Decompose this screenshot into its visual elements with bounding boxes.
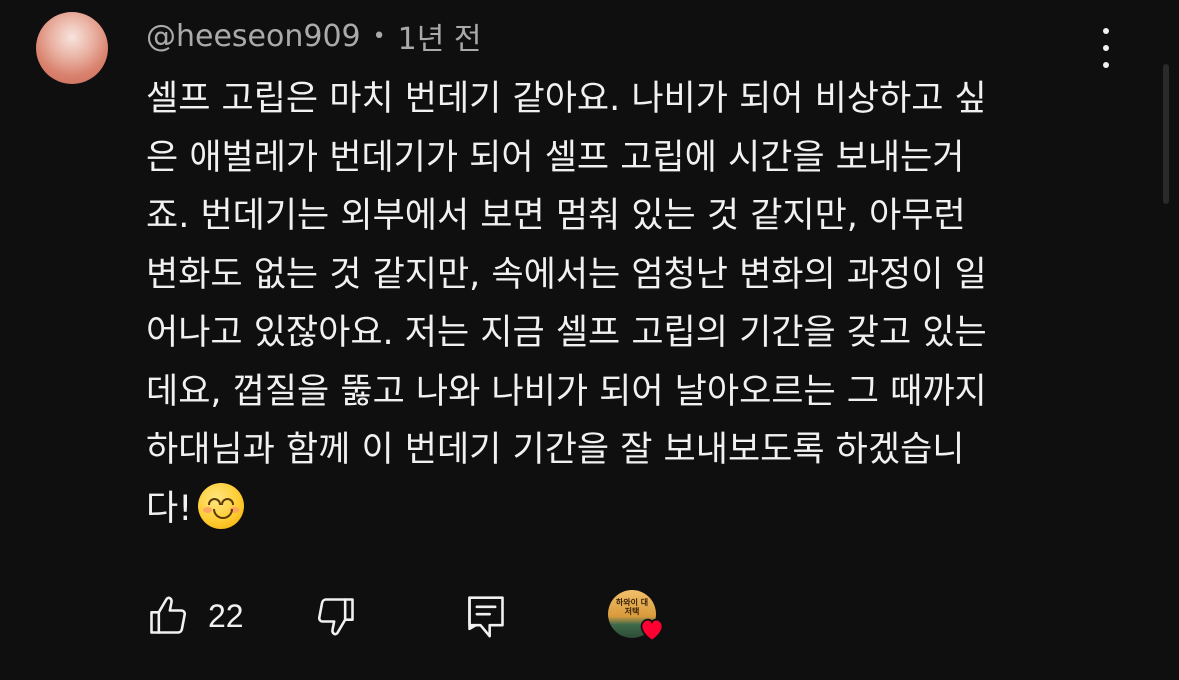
thumbs-down-icon	[317, 598, 354, 636]
comment-text: 셀프 고립은 마치 번데기 같아요. 나비가 되어 비상하고 싶 은 애벌레가 …	[146, 70, 1146, 538]
more-options-icon-dot	[1103, 62, 1109, 68]
smiling-face-emoji-icon	[198, 482, 245, 529]
more-options-button[interactable]	[1088, 28, 1124, 68]
comment-line: 변화도 없는 것 같지만, 속에서는 엄청난 변화의 과정이 일	[146, 254, 987, 295]
creator-badge-text: 하와이 대저택	[615, 598, 649, 616]
comment-actions: 22 하와이 대저택	[146, 590, 706, 642]
scrollbar[interactable]	[1163, 64, 1169, 204]
comment-line: 은 애벌레가 번데기가 되어 셀프 고립에 시간을 보내는거	[146, 137, 965, 178]
comment-author-avatar[interactable]	[36, 12, 108, 84]
meta-separator: •	[372, 23, 386, 49]
comment-meta: @heeseon909 • 1년 전	[146, 14, 481, 58]
like-button[interactable]: 22	[146, 590, 244, 642]
reply-button[interactable]	[464, 590, 508, 642]
dislike-button[interactable]	[314, 590, 358, 642]
comment-line: 어나고 있잖아요. 저는 지금 셀프 고립의 기간을 갖고 있는	[146, 313, 987, 353]
comment-line: 하대님과 함께 이 번데기 기간을 잘 보내보도록 하겠습니	[146, 430, 965, 470]
comment-username[interactable]: @heeseon909	[146, 19, 361, 54]
creator-heart-badge[interactable]: 하와이 대저택	[608, 590, 672, 646]
comment-line: 다!	[146, 488, 193, 529]
comment-last-line: 다!	[146, 480, 1146, 539]
heart-icon	[640, 618, 664, 642]
comment-reply-icon	[468, 596, 504, 638]
more-options-icon-dot	[1103, 45, 1109, 51]
comment-timestamp[interactable]: 1년 전	[398, 14, 482, 58]
comment-line: 데요, 껍질을 뚫고 나와 나비가 되어 날아오르는 그 때까지	[146, 371, 987, 412]
like-count: 22	[208, 597, 244, 634]
comment-line: 죠. 번데기는 외부에서 보면 멈춰 있는 것 같지만, 아무런	[146, 196, 966, 236]
more-options-icon	[1103, 28, 1109, 34]
thumbs-up-icon	[150, 596, 187, 634]
comment-line: 셀프 고립은 마치 번데기 같아요. 나비가 되어 비상하고 싶	[146, 79, 987, 119]
